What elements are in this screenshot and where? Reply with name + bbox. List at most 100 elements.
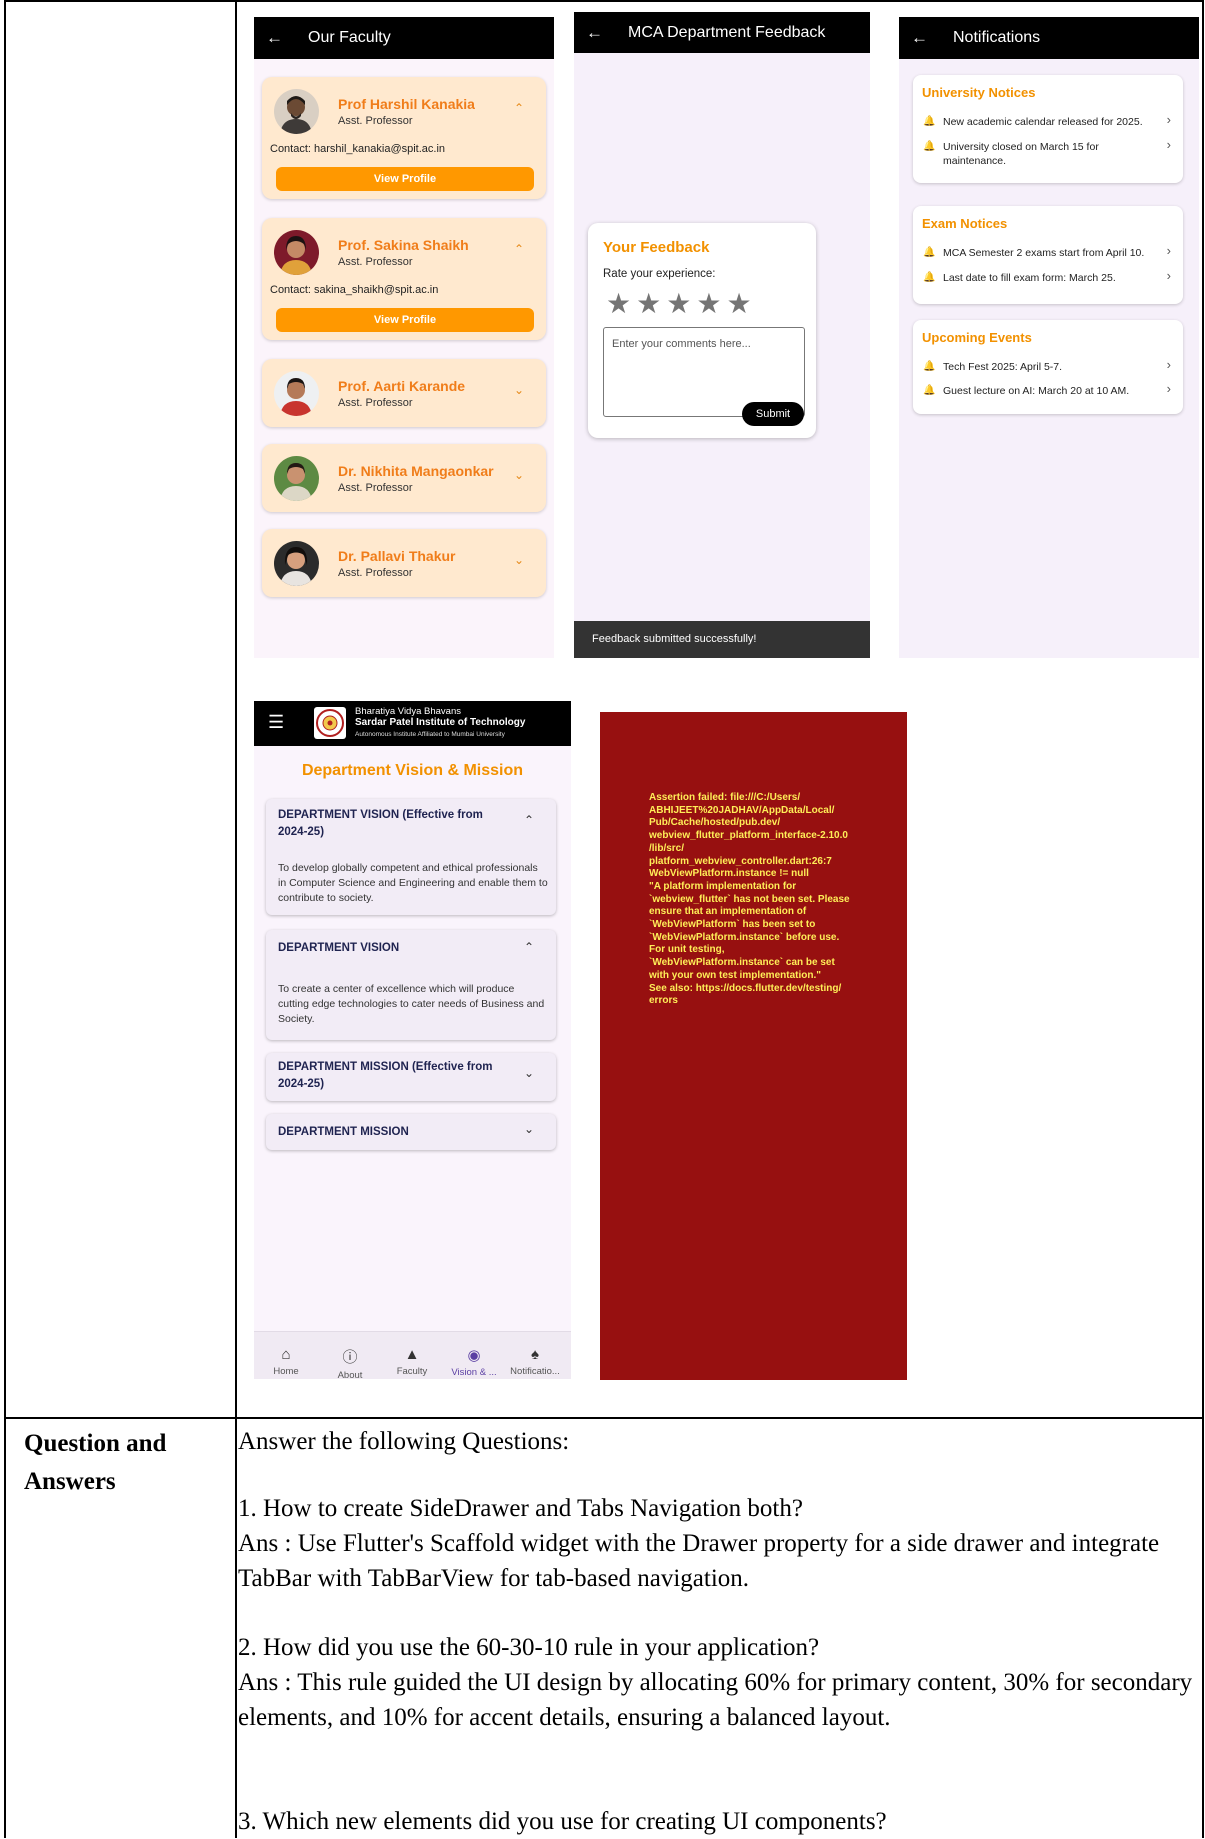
faculty-title: Our Faculty [308, 29, 391, 46]
answer-1: Ans : Use Flutter's Scaffold widget with… [238, 1530, 1160, 1592]
faculty-card[interactable]: Dr. Nikhita Mangaonkar Asst. Professor ⌄ [262, 444, 546, 512]
bell-icon: 🔔 [923, 385, 936, 396]
panel-body: To develop globally competent and ethica… [278, 862, 548, 904]
nav-label: Faculty [396, 1366, 428, 1377]
notice-section-title: University Notices [922, 85, 1036, 100]
avatar [274, 230, 319, 275]
chevron-down-icon[interactable]: ⌄ [514, 468, 524, 482]
table-border-right [1202, 0, 1204, 1838]
nav-about[interactable]: ⓘ About [324, 1346, 376, 1379]
accordion-panel[interactable]: DEPARTMENT VISION (Effective from 2024-2… [266, 799, 556, 915]
answer-2: Ans : This rule guided the UI design by … [238, 1669, 1193, 1731]
star-icon[interactable]: ★ [636, 288, 666, 319]
chevron-right-icon: › [1166, 381, 1171, 396]
table-row-divider [4, 1417, 1204, 1419]
nav-home[interactable]: ⌂ Home [260, 1346, 312, 1377]
chevron-up-icon[interactable]: ⌃ [524, 940, 534, 954]
feedback-title: MCA Department Feedback [628, 23, 826, 41]
chevron-down-icon[interactable]: ⌄ [514, 383, 524, 397]
bell-icon: 🔔 [923, 116, 936, 127]
panel-heading: DEPARTMENT VISION (Effective from 2024-2… [278, 809, 483, 838]
faculty-card[interactable]: Prof. Aarti Karande Asst. Professor ⌄ [262, 359, 546, 427]
notifications-screen: ← Notifications University Notices 🔔 New… [899, 17, 1199, 658]
faculty-name: Prof. Sakina Shaikh [338, 237, 469, 253]
faculty-card[interactable]: Prof Harshil Kanakia Asst. Professor ⌃ C… [262, 77, 546, 199]
faculty-app-bar: ← Our Faculty [254, 17, 554, 59]
faculty-card[interactable]: Dr. Pallavi Thakur Asst. Professor ⌄ [262, 529, 546, 597]
chevron-down-icon[interactable]: ⌄ [524, 1122, 534, 1136]
notice-text: University closed on March 15 for mainte… [943, 141, 1099, 167]
faculty-designation: Asst. Professor [338, 567, 413, 579]
avatar [274, 371, 319, 416]
bottom-nav: ⌂ Home ⓘ About ▲ Faculty ◉ Vision & ... ♠ Not… [254, 1331, 571, 1379]
faculty-designation: Asst. Professor [338, 397, 413, 409]
back-arrow-icon[interactable]: ← [911, 28, 933, 48]
menu-icon[interactable]: ☰ [268, 712, 284, 733]
faculty-contact: Contact: harshil_kanakia@spit.ac.in [270, 143, 446, 155]
home-icon: ⌂ [281, 1346, 291, 1363]
table-column-divider [235, 0, 237, 1838]
star-icon[interactable]: ★ [696, 288, 726, 319]
accordion-panel[interactable]: DEPARTMENT VISION ⌃ To create a center o… [266, 930, 556, 1040]
notice-section-title: Exam Notices [922, 216, 1008, 231]
back-arrow-icon[interactable]: ← [266, 28, 288, 48]
school-icon: ▲ [404, 1346, 420, 1363]
bell-icon: 🔔 [923, 272, 936, 283]
institute-logo [314, 707, 346, 739]
notice-card: Upcoming Events 🔔 Tech Fest 2025: April … [913, 320, 1183, 414]
rate-label: Rate your experience: [603, 268, 716, 280]
chevron-right-icon: › [1166, 137, 1171, 152]
question-1: 1. How to create SideDrawer and Tabs Nav… [238, 1495, 803, 1522]
eye-icon: ◉ [467, 1347, 481, 1364]
error-message: Assertion failed: file:///C:/Users/ ABHI… [649, 792, 850, 1007]
chevron-up-icon[interactable]: ⌃ [514, 242, 524, 256]
notice-text: Tech Fest 2025: April 5-7. [943, 361, 1063, 373]
star-icon[interactable]: ★ [666, 288, 696, 319]
faculty-designation: Asst. Professor [338, 256, 413, 268]
nav-vision[interactable]: ◉ Vision & ... [448, 1346, 500, 1378]
notice-text: Last date to fill exam form: March 25. [943, 272, 1116, 284]
faculty-card[interactable]: Prof. Sakina Shaikh Asst. Professor ⌃ Co… [262, 218, 546, 340]
feedback-app-bar: ← MCA Department Feedback [574, 12, 870, 53]
feedback-card-title: Your Feedback [603, 239, 710, 256]
chevron-up-icon[interactable]: ⌃ [524, 813, 534, 827]
accordion-panel[interactable]: DEPARTMENT MISSION (Effective from 2024-… [266, 1053, 556, 1101]
back-arrow-icon[interactable]: ← [586, 23, 608, 43]
qa-section-label: Question and Answers [24, 1430, 167, 1495]
info-icon: ⓘ [342, 1349, 358, 1366]
avatar [274, 89, 319, 134]
qa-intro: Answer the following Questions: [238, 1428, 570, 1455]
star-icon[interactable]: ★ [606, 288, 636, 319]
feedback-card: Your Feedback Rate your experience: ★★★★… [588, 223, 816, 438]
feedback-screen: ← MCA Department Feedback Your Feedback … [574, 12, 870, 658]
submit-button[interactable]: Submit [742, 402, 804, 426]
chevron-right-icon: › [1166, 268, 1171, 283]
nav-notifications[interactable]: ♠ Notificatio... [509, 1346, 561, 1377]
institute-header: ☰ Bharatiya Vidya Bhavans Sardar Patel I… [254, 701, 571, 746]
view-profile-button[interactable]: View Profile [276, 308, 534, 332]
panel-body: To create a center of excellence which w… [278, 983, 545, 1025]
notice-section-title: Upcoming Events [922, 330, 1032, 345]
institute-name-line1: Bharatiya Vidya Bhavans [355, 706, 461, 717]
chevron-down-icon[interactable]: ⌄ [514, 553, 524, 567]
notifications-title: Notifications [953, 29, 1041, 46]
chevron-down-icon[interactable]: ⌄ [524, 1066, 534, 1080]
chevron-up-icon[interactable]: ⌃ [514, 101, 524, 115]
vision-mission-screen: ☰ Bharatiya Vidya Bhavans Sardar Patel I… [254, 701, 571, 1379]
accordion-panel[interactable]: DEPARTMENT MISSION ⌄ [266, 1114, 556, 1150]
view-profile-button[interactable]: View Profile [276, 167, 534, 191]
chevron-right-icon: › [1166, 112, 1171, 127]
star-icon[interactable]: ★ [726, 288, 756, 319]
page-title: Department Vision & Mission [301, 762, 524, 779]
faculty-name: Dr. Nikhita Mangaonkar [338, 463, 494, 479]
question-3: 3. Which new elements did you use for cr… [238, 1808, 887, 1835]
nav-faculty[interactable]: ▲ Faculty [386, 1346, 438, 1377]
faculty-name: Prof Harshil Kanakia [338, 96, 475, 112]
notifications-app-bar: ← Notifications [899, 17, 1199, 59]
institute-name-line2: Sardar Patel Institute of Technology [355, 717, 526, 728]
avatar [274, 541, 319, 586]
nav-label: About [337, 1370, 363, 1379]
faculty-name: Dr. Pallavi Thakur [338, 548, 456, 564]
star-rating[interactable]: ★★★★★ [606, 287, 757, 320]
table-border-top [4, 0, 1204, 2]
